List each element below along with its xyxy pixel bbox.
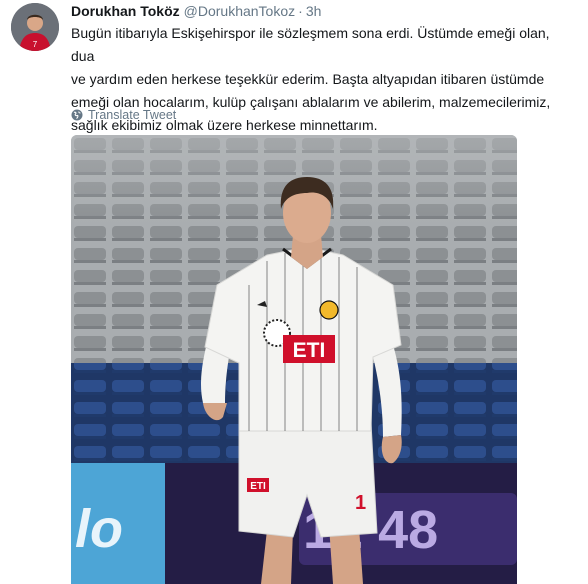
tweet-photo[interactable]: lo 12 48 <box>71 135 517 584</box>
tweet-header: Dorukhan Toköz @DorukhanTokoz · 3h <box>71 2 321 20</box>
separator-dot: · <box>298 3 303 19</box>
tweet-timestamp[interactable]: 3h <box>306 3 322 19</box>
jersey-sponsor: ETI <box>293 339 326 362</box>
translate-label: Translate Tweet <box>88 108 177 122</box>
tweet: 7 Dorukhan Toköz @DorukhanTokoz · 3h Bugün … <box>0 0 588 584</box>
avatar-jersey-number: 7 <box>33 40 38 49</box>
shorts-number: 1 <box>355 492 366 514</box>
avatar[interactable]: 7 <box>11 3 59 51</box>
tweet-text-line: Bugün itibarıyla Eskişehirspor ile sözle… <box>71 25 550 64</box>
translate-tweet-link[interactable]: Translate Tweet <box>71 108 176 122</box>
shorts-sponsor: ETI <box>250 481 266 492</box>
display-name[interactable]: Dorukhan Toköz <box>71 3 180 19</box>
advert-board-left-text: lo <box>75 499 123 559</box>
tweet-text-line: ve yardım eden herkese teşekkür ederim. … <box>71 71 545 87</box>
globe-icon <box>71 109 83 121</box>
user-handle[interactable]: @DorukhanTokoz <box>184 3 296 19</box>
